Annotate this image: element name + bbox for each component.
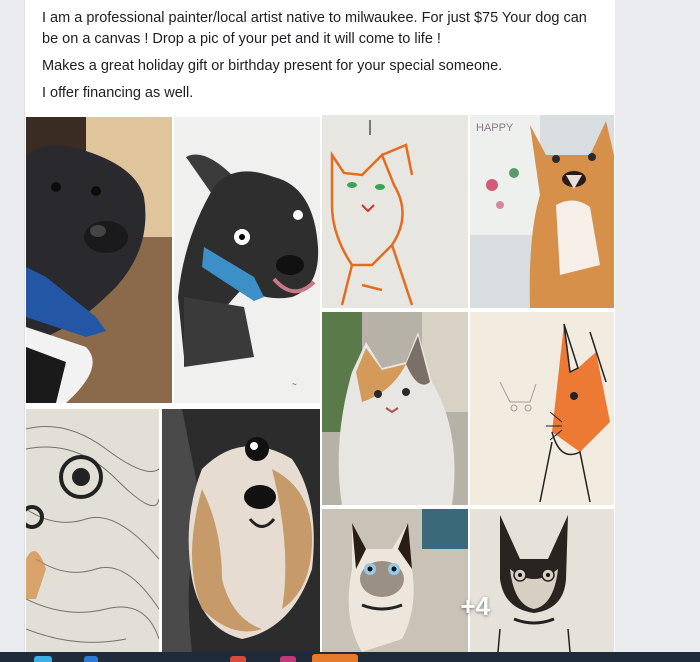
gallery-photo-cat-drawing-1[interactable] — [322, 115, 468, 308]
gallery-photo-cat-photo-2[interactable] — [322, 312, 468, 505]
cat-drawing-icon — [470, 312, 614, 505]
post-paragraph-2: Makes a great holiday gift or birthday p… — [42, 58, 503, 74]
svg-text:~: ~ — [292, 380, 297, 389]
post-paragraph-3: I offer financing as well. — [42, 85, 194, 101]
more-photos-overlay[interactable]: +4 — [322, 509, 614, 652]
taskbar-app-icon[interactable] — [34, 656, 52, 662]
cat-drawing-icon — [322, 115, 468, 308]
gallery-photo-dog-photo-2[interactable] — [162, 409, 320, 652]
dog-drawing-icon — [26, 409, 159, 652]
page-background-left — [0, 0, 24, 652]
os-taskbar — [0, 652, 700, 662]
gallery-photo-cat-photo-1[interactable]: HAPPY — [470, 115, 614, 308]
svg-text:HAPPY: HAPPY — [476, 122, 514, 134]
cat-photo-icon — [322, 312, 468, 505]
gallery-photo-dog-drawing-1[interactable]: ~ — [174, 117, 320, 403]
taskbar-app-icon[interactable] — [230, 656, 246, 662]
taskbar-app-icon[interactable] — [84, 656, 98, 662]
dog-photo-icon — [26, 117, 172, 403]
more-photos-container: +4 — [322, 509, 614, 652]
taskbar-app-icon[interactable] — [312, 654, 358, 662]
more-photos-count[interactable]: +4 — [460, 591, 490, 622]
taskbar-app-icon[interactable] — [280, 656, 296, 662]
dog-drawing-icon: ~ — [174, 117, 320, 403]
gallery-photo-dog-photo-1[interactable] — [26, 117, 172, 403]
post-paragraph-1: I am a professional painter/local artist… — [42, 10, 587, 47]
post-body: I am a professional painter/local artist… — [42, 8, 602, 110]
page-background-right — [615, 0, 700, 652]
post-card: I am a professional painter/local artist… — [24, 0, 616, 652]
gallery-photo-cat-drawing-2[interactable] — [470, 312, 614, 505]
gallery-photo-dog-drawing-2[interactable] — [26, 409, 159, 652]
cat-photo-icon: HAPPY — [470, 115, 614, 308]
photo-gallery: ~ HAPPY +4 — [26, 115, 614, 652]
dog-photo-icon — [162, 409, 320, 652]
